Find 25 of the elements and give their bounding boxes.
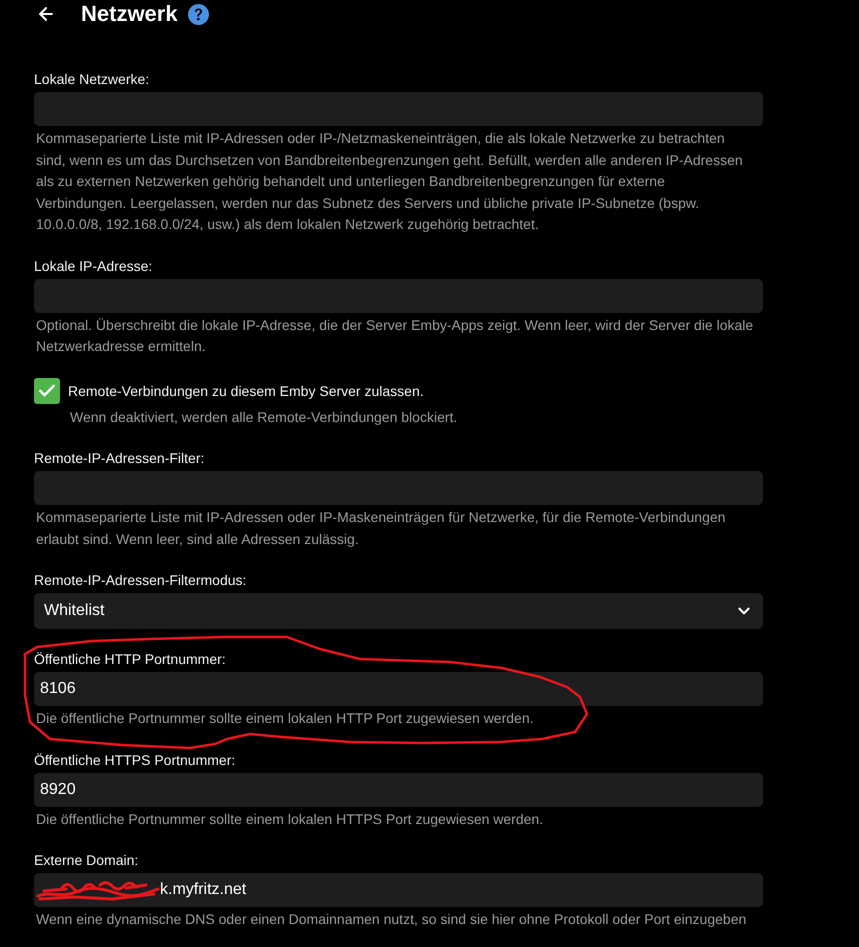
field-label: Remote-IP-Adressen-Filter: (34, 449, 206, 468)
field-label: Externe Domain: (34, 851, 140, 870)
help-icon[interactable] (188, 4, 209, 24)
input-field[interactable]: 8920 (34, 772, 763, 806)
field-description: Kommaseparierte Liste mit IP-Adressen oder IP-/Netzmaskeneinträgen, die als lokale Netzwerke zu betrachten sind, wenn es um das Durchsetzen von Bandbreitenbegrenzungen geht. Befüllt, werden alle anderen IP-Adressen als zu externen Netzwerken gehörig behandelt und unterliegen Bandbreitenbegrenzungen für externe Verbindungen. Leergelassen, werden nur das Subnetz des Servers und übliche private IP-Subnetze (bspw. 10.0.0.0/8, 192.168.0.0/24, usw.) als dem lokalen Netzwerk zugehörig betrachtet. (35, 129, 744, 234)
checkbox-label: Remote-Verbindungen zu diesem Emby Server zulassen. (68, 382, 424, 400)
field-description: Optional. Überschreibt die lokale IP-Adresse, die der Server Emby-Apps zeigt. Wenn leer, wird der Server die lokale Netzwerkadresse ermitteln. (35, 316, 754, 356)
page-title: Netzwerk (81, 0, 178, 28)
checkbox-description: Wenn deaktiviert, werden alle Remote-Verbindungen blockiert. (69, 408, 458, 427)
dropdown[interactable]: Whitelist (34, 593, 763, 629)
field-label: Lokale IP-Adresse: (34, 256, 154, 276)
field-label: Remote-IP-Adressen-Filtermodus: (34, 571, 248, 590)
field-label: Öffentliche HTTPS Portnummer: (34, 750, 236, 770)
field-description: Wenn eine dynamische DNS oder einen Domainnamen nutzt, so sind sie hier ohne Protokoll oder Port einzugeben (35, 910, 748, 929)
field-label: Lokale Netzwerke: (34, 70, 150, 89)
field-description: Die öffentliche Portnummer sollte einem lokalen HTTP Port zugewiesen werden. (35, 709, 534, 728)
input-field[interactable]: k.myfritz.net (34, 873, 763, 907)
input-field[interactable]: 8106 (34, 672, 763, 706)
field-description: Die öffentliche Portnummer sollte einem lokalen HTTPS Port zugewiesen werden. (35, 810, 544, 829)
field-label: Öffentliche HTTP Portnummer: (34, 650, 227, 669)
input-field[interactable] (34, 278, 763, 312)
input-field[interactable] (34, 92, 763, 126)
input-field[interactable] (34, 471, 763, 505)
field-description: Kommaseparierte Liste mit IP-Adressen oder IP-Maskeneinträgen für Netzwerke, für die Remote-Verbindungen erlaubt sind. Wenn leer, sind alle Adressen zulässig. (35, 508, 726, 549)
checkbox[interactable] (34, 378, 60, 404)
